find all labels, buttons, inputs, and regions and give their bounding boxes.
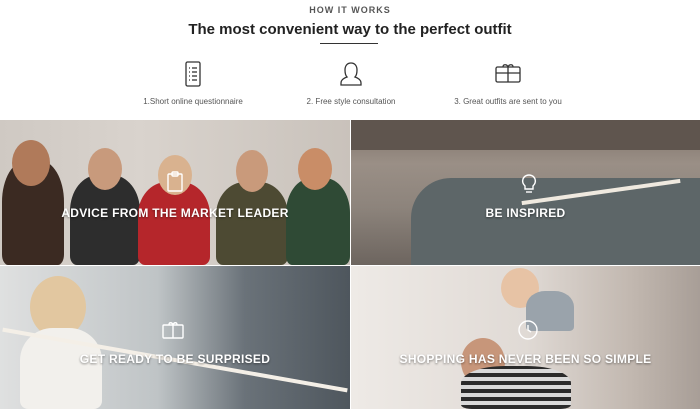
tile-caption: GET READY TO BE SURPRISED bbox=[79, 352, 271, 366]
section-headline: The most convenient way to the perfect o… bbox=[188, 21, 512, 38]
section-eyebrow: HOW IT WORKS bbox=[309, 5, 391, 15]
box-icon bbox=[495, 64, 521, 83]
box-icon bbox=[162, 322, 184, 339]
tile-caption: ADVICE FROM THE MARKET LEADER bbox=[61, 206, 289, 220]
model-figure bbox=[88, 148, 122, 190]
model-figure bbox=[216, 182, 288, 265]
step-questionnaire: 1.Short online questionnaire bbox=[103, 60, 283, 106]
how-it-works-section: HOW IT WORKS The most convenient way to … bbox=[0, 0, 700, 120]
step-label: 2. Free style consultation bbox=[306, 97, 396, 106]
tile-shopping[interactable]: SHOPPING HAS NEVER BEEN SO SIMPLE bbox=[351, 266, 700, 409]
clock-icon bbox=[518, 320, 538, 340]
lightbulb-icon bbox=[521, 174, 537, 193]
knit-sweater bbox=[411, 178, 700, 265]
tile-surprised[interactable]: GET READY TO BE SURPRISED bbox=[0, 266, 350, 409]
clipboard-icon bbox=[167, 171, 183, 192]
tile-advice[interactable]: ADVICE FROM THE MARKET LEADER bbox=[0, 120, 350, 265]
step-label: 3. Great outfits are sent to you bbox=[454, 97, 562, 106]
questionnaire-icon bbox=[185, 61, 201, 87]
headline-divider bbox=[320, 43, 378, 44]
step-label: 1.Short online questionnaire bbox=[143, 97, 243, 106]
wooden-shelf bbox=[351, 120, 700, 150]
model-figure bbox=[236, 150, 268, 192]
tile-caption: BE INSPIRED bbox=[485, 206, 566, 220]
tile-inspired[interactable]: BE INSPIRED bbox=[351, 120, 700, 265]
tile-caption: SHOPPING HAS NEVER BEEN SO SIMPLE bbox=[399, 352, 652, 366]
stylist-icon bbox=[340, 62, 362, 86]
model-figure bbox=[298, 148, 332, 190]
model-figure bbox=[286, 178, 350, 265]
step-delivery: 3. Great outfits are sent to you bbox=[418, 60, 598, 106]
step-consultation: 2. Free style consultation bbox=[261, 60, 441, 106]
father-figure bbox=[461, 366, 571, 409]
model-figure bbox=[12, 140, 50, 186]
